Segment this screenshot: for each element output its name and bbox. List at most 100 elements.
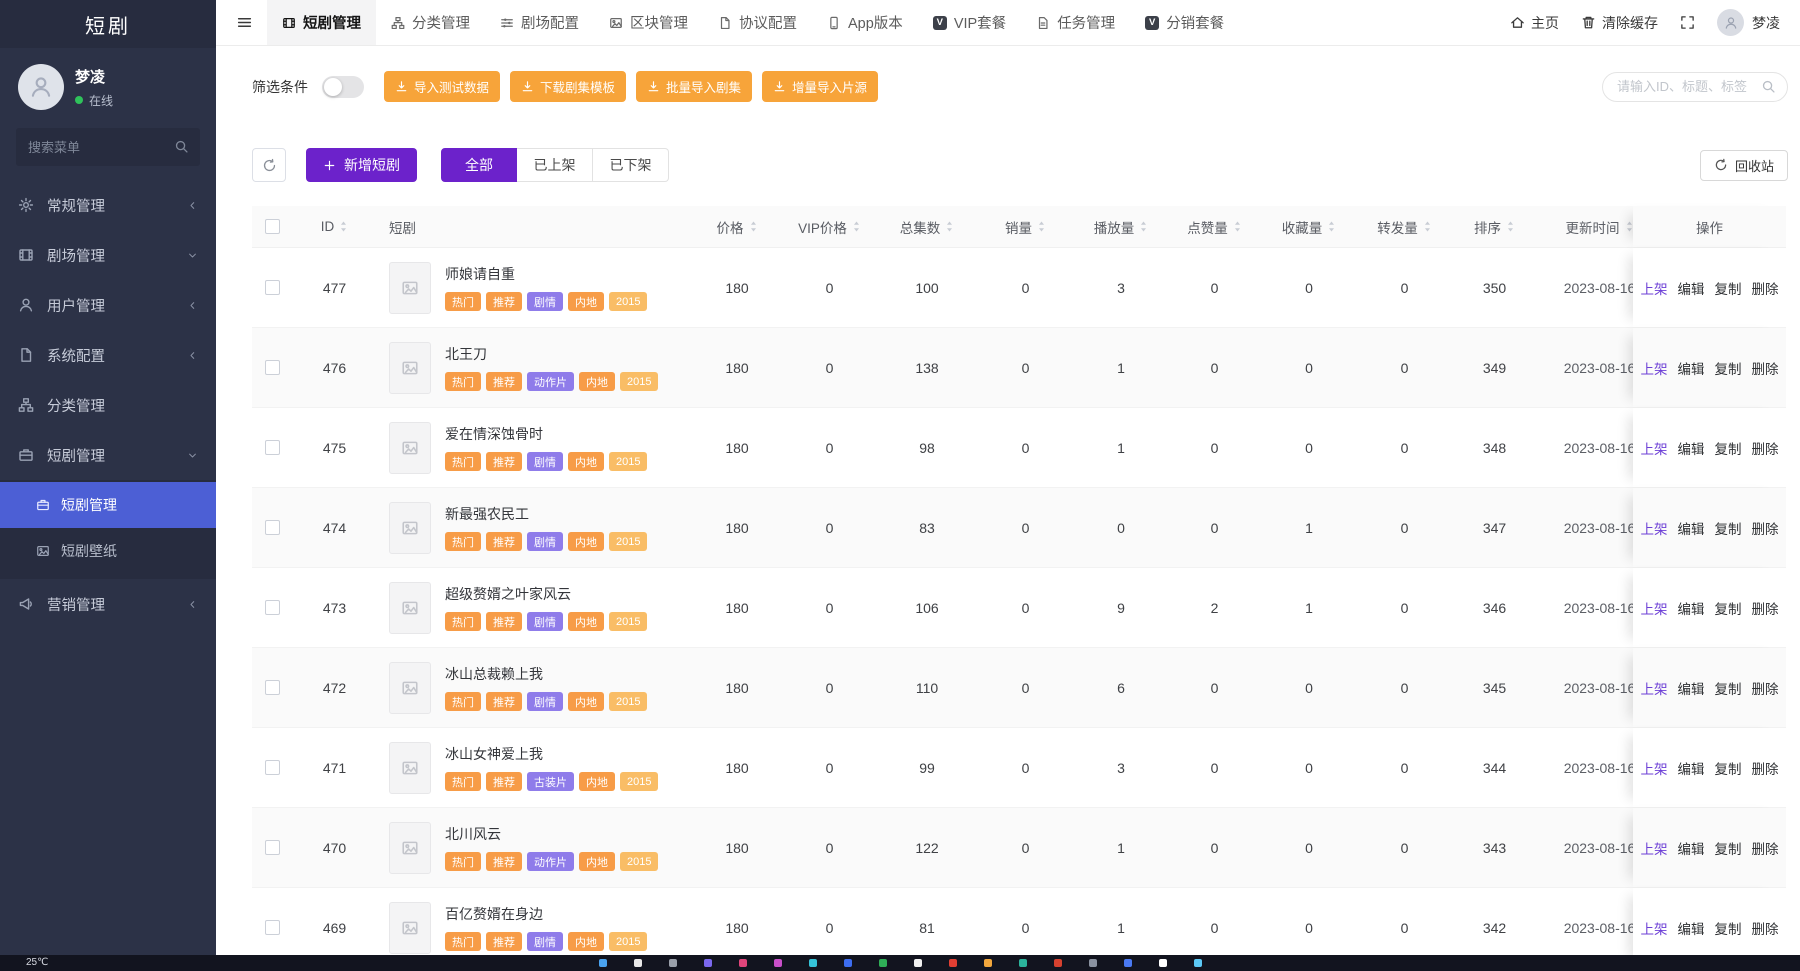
row-action-delete[interactable]: 删除 (1752, 838, 1779, 858)
row-action-publish[interactable]: 上架 (1641, 918, 1668, 938)
sort-icon[interactable] (1139, 220, 1148, 233)
row-checkbox[interactable] (265, 360, 280, 375)
home-link[interactable]: 主页 (1510, 13, 1559, 33)
sidebar-item-6[interactable]: 短剧管理 (0, 430, 216, 480)
sort-icon[interactable] (1233, 220, 1242, 233)
sort-icon[interactable] (852, 220, 861, 233)
sidebar-item-1[interactable]: 常规管理 (0, 180, 216, 230)
taskbar-app-icon[interactable] (634, 959, 642, 967)
row-action-delete[interactable]: 删除 (1752, 598, 1779, 618)
top-tab-4[interactable]: 区块管理 (594, 0, 703, 45)
taskbar-app-icon[interactable] (704, 959, 712, 967)
filter-action-button-2[interactable]: 下载剧集模板 (510, 71, 626, 102)
row-action-delete[interactable]: 删除 (1752, 518, 1779, 538)
sidebar-item-7[interactable]: 营销管理 (0, 579, 216, 629)
taskbar-app-icon[interactable] (774, 959, 782, 967)
status-tab-3[interactable]: 已下架 (593, 148, 669, 182)
top-tab-5[interactable]: 协议配置 (703, 0, 812, 45)
taskbar-app-icon[interactable] (984, 959, 992, 967)
taskbar-app-icon[interactable] (879, 959, 887, 967)
taskbar-app-icon[interactable] (949, 959, 957, 967)
top-tab-3[interactable]: 剧场配置 (485, 0, 594, 45)
top-tab-8[interactable]: 任务管理 (1021, 0, 1130, 45)
top-tab-9[interactable]: V分销套餐 (1130, 0, 1239, 45)
select-all-checkbox[interactable] (265, 219, 280, 234)
row-action-publish[interactable]: 上架 (1641, 278, 1668, 298)
top-tab-6[interactable]: App版本 (812, 0, 918, 45)
row-action-publish[interactable]: 上架 (1641, 438, 1668, 458)
refresh-button[interactable] (252, 148, 286, 182)
row-action-copy[interactable]: 复制 (1715, 518, 1742, 538)
row-action-copy[interactable]: 复制 (1715, 838, 1742, 858)
row-checkbox[interactable] (265, 440, 280, 455)
row-action-copy[interactable]: 复制 (1715, 358, 1742, 378)
sidebar-item-4[interactable]: 系统配置 (0, 330, 216, 380)
row-action-copy[interactable]: 复制 (1715, 278, 1742, 298)
taskbar-app-icon[interactable] (1089, 959, 1097, 967)
taskbar-app-icon[interactable] (1054, 959, 1062, 967)
filter-action-button-4[interactable]: 增量导入片源 (762, 71, 878, 102)
row-action-edit[interactable]: 编辑 (1678, 518, 1705, 538)
row-checkbox[interactable] (265, 840, 280, 855)
topbar-user[interactable]: 梦凌 (1717, 9, 1780, 36)
add-drama-button[interactable]: 新增短剧 (306, 148, 417, 182)
sidebar-subitem-1[interactable]: 短剧管理 (0, 482, 216, 528)
top-tab-1[interactable]: 短剧管理 (267, 0, 376, 45)
row-action-edit[interactable]: 编辑 (1678, 838, 1705, 858)
sidebar-item-2[interactable]: 剧场管理 (0, 230, 216, 280)
row-action-publish[interactable]: 上架 (1641, 358, 1668, 378)
top-tab-2[interactable]: 分类管理 (376, 0, 485, 45)
row-action-copy[interactable]: 复制 (1715, 678, 1742, 698)
row-action-edit[interactable]: 编辑 (1678, 278, 1705, 298)
weather-widget[interactable]: 25℃ (26, 958, 48, 968)
row-checkbox[interactable] (265, 520, 280, 535)
filter-action-button-3[interactable]: 批量导入剧集 (636, 71, 752, 102)
row-action-publish[interactable]: 上架 (1641, 838, 1668, 858)
taskbar-app-icon[interactable] (809, 959, 817, 967)
row-action-edit[interactable]: 编辑 (1678, 358, 1705, 378)
row-action-publish[interactable]: 上架 (1641, 678, 1668, 698)
taskbar-app-icon[interactable] (739, 959, 747, 967)
taskbar-app-icon[interactable] (669, 959, 677, 967)
sort-icon[interactable] (1037, 220, 1046, 233)
row-action-delete[interactable]: 删除 (1752, 758, 1779, 778)
sort-icon[interactable] (1506, 220, 1515, 233)
row-action-copy[interactable]: 复制 (1715, 598, 1742, 618)
sidebar-subitem-2[interactable]: 短剧壁纸 (0, 528, 216, 574)
taskbar-app-icon[interactable] (1019, 959, 1027, 967)
sort-icon[interactable] (749, 220, 758, 233)
row-action-edit[interactable]: 编辑 (1678, 918, 1705, 938)
taskbar-app-icon[interactable] (844, 959, 852, 967)
status-tab-2[interactable]: 已上架 (517, 148, 593, 182)
row-action-delete[interactable]: 删除 (1752, 678, 1779, 698)
row-action-copy[interactable]: 复制 (1715, 918, 1742, 938)
taskbar-app-icon[interactable] (599, 959, 607, 967)
row-checkbox[interactable] (265, 920, 280, 935)
row-action-delete[interactable]: 删除 (1752, 358, 1779, 378)
row-action-delete[interactable]: 删除 (1752, 918, 1779, 938)
row-action-delete[interactable]: 删除 (1752, 278, 1779, 298)
sort-icon[interactable] (339, 220, 348, 233)
row-action-edit[interactable]: 编辑 (1678, 678, 1705, 698)
row-action-edit[interactable]: 编辑 (1678, 758, 1705, 778)
sort-icon[interactable] (945, 220, 954, 233)
menu-toggle-icon[interactable] (236, 14, 253, 31)
taskbar-app-icon[interactable] (1124, 959, 1132, 967)
row-checkbox[interactable] (265, 680, 280, 695)
row-checkbox[interactable] (265, 760, 280, 775)
row-action-edit[interactable]: 编辑 (1678, 438, 1705, 458)
status-tab-1[interactable]: 全部 (441, 148, 517, 182)
taskbar-app-icon[interactable] (914, 959, 922, 967)
row-action-edit[interactable]: 编辑 (1678, 598, 1705, 618)
clear-cache-button[interactable]: 清除缓存 (1581, 13, 1658, 33)
filter-toggle[interactable] (322, 76, 364, 98)
fullscreen-button[interactable] (1680, 15, 1695, 30)
row-action-publish[interactable]: 上架 (1641, 518, 1668, 538)
row-checkbox[interactable] (265, 280, 280, 295)
sidebar-item-5[interactable]: 分类管理 (0, 380, 216, 430)
row-action-publish[interactable]: 上架 (1641, 758, 1668, 778)
sort-icon[interactable] (1327, 220, 1336, 233)
menu-search-input[interactable] (16, 128, 200, 166)
row-action-publish[interactable]: 上架 (1641, 598, 1668, 618)
row-action-copy[interactable]: 复制 (1715, 758, 1742, 778)
